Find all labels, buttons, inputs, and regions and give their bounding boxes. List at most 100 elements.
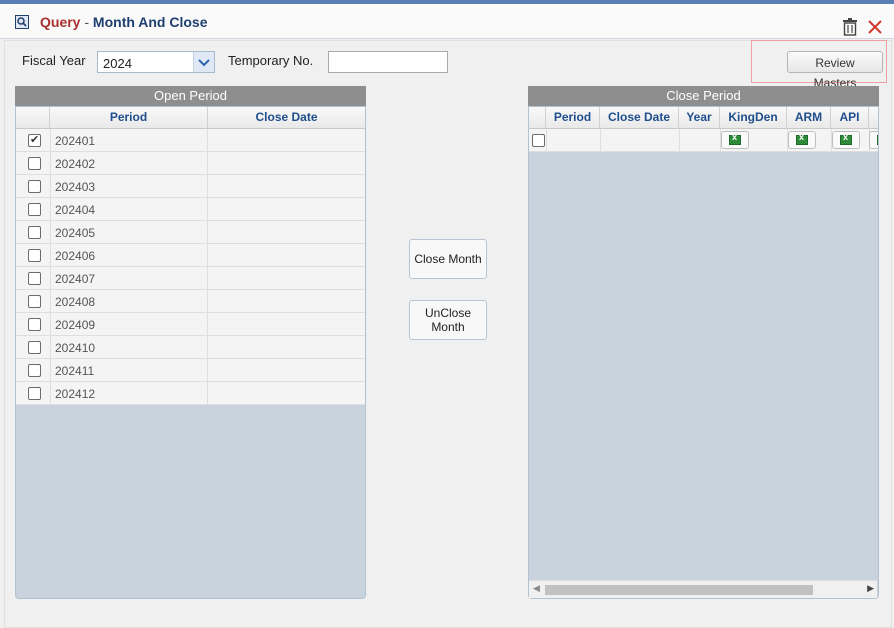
arm-excel-button[interactable] (788, 131, 816, 149)
query-icon (15, 15, 29, 29)
excel-icon (877, 135, 878, 145)
table-row[interactable]: 202401 (16, 129, 365, 152)
close-date-column-header: Close Date (255, 110, 318, 124)
table-row[interactable]: 202412 (16, 382, 365, 405)
close-period-panel (528, 106, 879, 599)
column-divider (50, 175, 51, 198)
column-divider (50, 336, 51, 359)
row-checkbox[interactable] (532, 134, 545, 147)
trash-icon[interactable] (842, 18, 858, 36)
period-cell: 202405 (55, 226, 96, 240)
row-checkbox[interactable] (28, 226, 41, 239)
column-divider (207, 313, 208, 336)
column-divider (50, 152, 51, 175)
column-divider (50, 129, 51, 152)
column-divider (207, 290, 208, 313)
column-divider (50, 221, 51, 244)
period-cell: 202410 (55, 341, 96, 355)
scroll-right-icon[interactable]: ▶ (867, 583, 874, 594)
kingden-column-header: KingDen (720, 107, 787, 128)
title-rest: Month And Close (92, 14, 208, 30)
title-bar: Query - Month And Close (0, 4, 894, 39)
review-masters-button[interactable]: Review Masters (787, 51, 883, 90)
unclose-month-button[interactable]: UnClose Month (409, 300, 487, 340)
open-period-header: Period Close Date (16, 107, 365, 129)
fiscal-year-select[interactable]: 2024 (97, 51, 215, 73)
extra-column-header (869, 107, 878, 128)
close-month-button[interactable]: Close Month (409, 239, 487, 279)
column-divider (50, 198, 51, 221)
column-divider (50, 382, 51, 405)
column-divider (207, 359, 208, 382)
column-divider (679, 129, 680, 151)
close-period-title: Close Period (528, 86, 879, 106)
api-column-header: API (831, 107, 869, 128)
title-query: Query (40, 14, 81, 30)
column-divider (546, 129, 547, 151)
table-row[interactable]: 202402 (16, 152, 365, 175)
column-divider (50, 290, 51, 313)
extra-excel-button[interactable] (869, 131, 878, 149)
select-column-header (529, 107, 546, 128)
table-row[interactable]: 202407 (16, 267, 365, 290)
period-column-header: Period (546, 107, 600, 128)
period-cell: 202407 (55, 272, 96, 286)
period-cell: 202408 (55, 295, 96, 309)
table-row[interactable]: 202405 (16, 221, 365, 244)
row-checkbox[interactable] (28, 203, 41, 216)
period-cell: 202412 (55, 387, 96, 401)
row-checkbox[interactable] (28, 180, 41, 193)
row-checkbox[interactable] (28, 295, 41, 308)
table-row[interactable]: 202409 (16, 313, 365, 336)
table-row[interactable]: 202408 (16, 290, 365, 313)
column-divider (207, 129, 208, 152)
table-row[interactable]: 202411 (16, 359, 365, 382)
chevron-down-icon[interactable] (193, 52, 214, 72)
table-row[interactable]: 202404 (16, 198, 365, 221)
column-divider (50, 267, 51, 290)
table-row[interactable]: 202410 (16, 336, 365, 359)
period-column-header: Period (50, 107, 208, 128)
column-divider (50, 359, 51, 382)
table-row[interactable]: 202403 (16, 175, 365, 198)
temporary-no-input[interactable] (328, 51, 448, 73)
column-divider (207, 175, 208, 198)
api-excel-button[interactable] (832, 131, 860, 149)
column-divider (207, 221, 208, 244)
temporary-no-label: Temporary No. (228, 53, 314, 68)
column-divider (600, 129, 601, 151)
open-period-title: Open Period (15, 86, 366, 106)
column-divider (207, 152, 208, 175)
row-checkbox[interactable] (28, 272, 41, 285)
arm-column-header: ARM (787, 107, 831, 128)
column-divider (50, 244, 51, 267)
row-checkbox[interactable] (28, 157, 41, 170)
column-divider (207, 244, 208, 267)
table-row[interactable] (529, 129, 878, 152)
select-column-header (16, 107, 50, 128)
excel-icon (796, 132, 808, 145)
column-divider (207, 198, 208, 221)
horizontal-scrollbar[interactable]: ◀ ▶ (529, 580, 877, 598)
row-checkbox[interactable] (28, 364, 41, 377)
row-checkbox[interactable] (28, 341, 41, 354)
close-period-header: Period Close Date Year KingDen ARM API (529, 107, 878, 129)
scroll-left-icon[interactable]: ◀ (533, 583, 540, 594)
close-icon[interactable] (866, 18, 884, 36)
period-cell: 202402 (55, 157, 96, 171)
row-checkbox[interactable] (28, 387, 41, 400)
scrollbar-thumb[interactable] (545, 585, 813, 595)
excel-icon (840, 132, 852, 145)
row-checkbox[interactable] (28, 133, 41, 147)
period-cell: 202411 (55, 364, 95, 378)
row-checkbox[interactable] (28, 318, 41, 331)
table-row[interactable]: 202406 (16, 244, 365, 267)
kingden-excel-button[interactable] (721, 131, 749, 149)
period-cell: 202401 (55, 134, 96, 148)
column-divider (207, 267, 208, 290)
column-divider (207, 382, 208, 405)
period-cell: 202404 (55, 203, 96, 217)
row-checkbox[interactable] (28, 249, 41, 262)
column-divider (50, 313, 51, 336)
period-cell: 202403 (55, 180, 96, 194)
